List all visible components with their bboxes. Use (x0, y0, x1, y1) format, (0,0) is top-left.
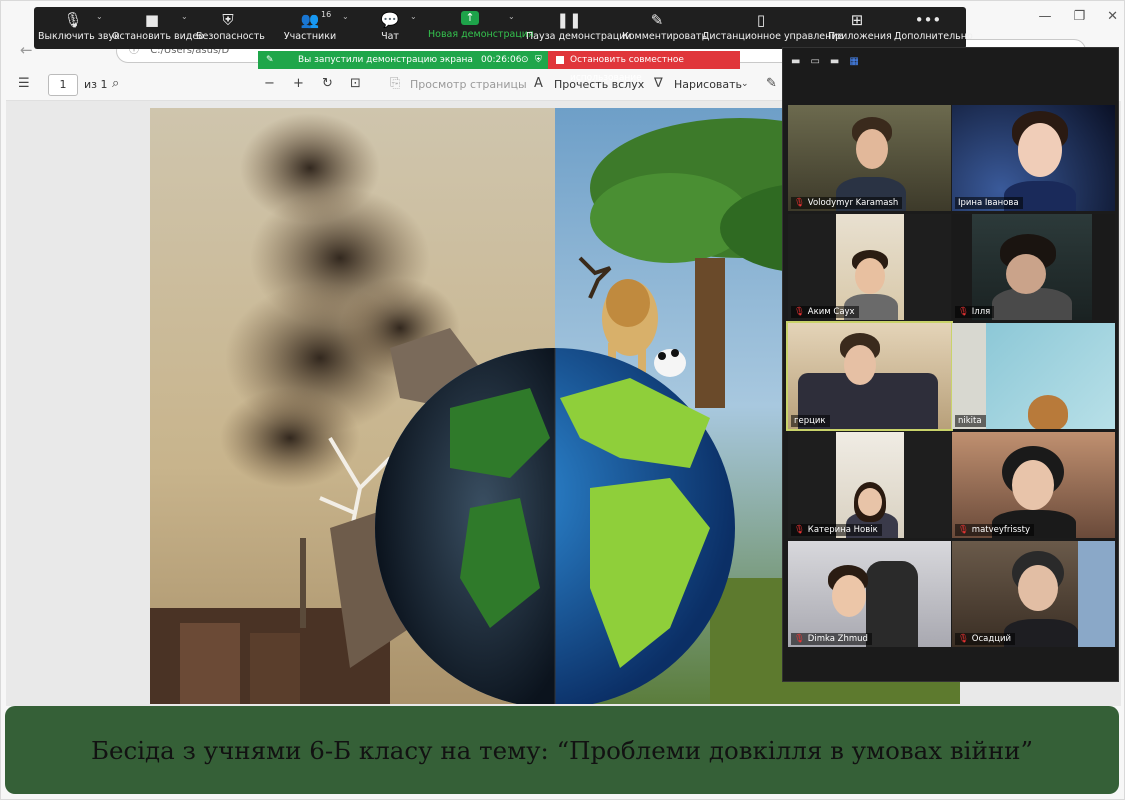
sharing-status: ✎ Вы запустили демонстрацию экрана 00:26… (258, 51, 548, 69)
shield-icon: ⛨ (222, 11, 234, 29)
more-button[interactable]: ••• Дополнительно (894, 11, 973, 42)
fit-page-icon[interactable]: ⊡ (350, 76, 361, 91)
participant-name: Volodymyr Karamash (807, 198, 899, 208)
search-icon[interactable]: ⌕ (112, 76, 119, 91)
video-tile[interactable]: nikita (952, 323, 1115, 429)
muted-mic-icon: 🎙 (794, 525, 805, 535)
chevron-up-icon[interactable]: ⌄ (410, 12, 417, 21)
pause-icon: ❚❚ (556, 11, 582, 29)
participant-name: Ілля (971, 307, 991, 317)
video-tile[interactable]: 🎙 Аким Саух (788, 214, 951, 320)
chevron-down-icon[interactable]: ⌄ (741, 79, 749, 89)
apps-icon: ⊞ (850, 11, 864, 29)
sharing-status-text: Вы запустили демонстрацию экрана (298, 55, 473, 65)
read-aloud-icon[interactable]: A (534, 76, 543, 91)
page-view-icon: ⎘ (390, 76, 401, 91)
participant-name: герцик (794, 416, 826, 426)
muted-mic-icon: 🎙 (794, 198, 805, 208)
page-count: из 1 (84, 78, 108, 91)
chevron-up-icon[interactable]: ⌄ (342, 12, 349, 21)
participant-name: Ірина Іванова (958, 198, 1019, 208)
chevron-up-icon[interactable]: ⌄ (96, 12, 103, 21)
contents-icon[interactable]: ☰ (18, 76, 30, 91)
participant-name: Осадций (971, 634, 1012, 644)
muted-mic-icon: 🎙 (794, 634, 805, 644)
video-tile-active-speaker[interactable]: герцик (786, 321, 953, 431)
highlight-icon[interactable]: ✎ (766, 76, 777, 91)
pdf-toolbar: ☰ 1 из 1 ⌕ − + ↻ ⊡ ⎘ Просмотр страницы A… (6, 69, 786, 101)
grid-view-icon[interactable]: ▦ (849, 56, 858, 67)
stop-sharing-button[interactable]: Остановить совместное использование (548, 51, 740, 83)
sharing-timer: 00:26:06 (481, 55, 522, 65)
remote-control-button[interactable]: ▯ Дистанционное управление (702, 11, 843, 42)
muted-mic-icon: 🎙 (958, 525, 969, 535)
stop-video-button[interactable]: ■ Остановить видео (112, 11, 204, 42)
pen-icon: ✎ (650, 11, 664, 29)
pen-icon: ✎ (266, 55, 274, 65)
window-controls: — ❐ ✕ (1038, 9, 1118, 24)
video-camera-icon: ■ (144, 11, 160, 29)
draw-button[interactable]: Нарисовать (674, 78, 742, 91)
mouse-icon: ▯ (756, 11, 766, 29)
close-icon[interactable]: ✕ (1107, 9, 1118, 24)
meeting-toolbar: 🎙 Выключить звук ⌄ ■ Остановить видео ⌄ … (34, 7, 973, 49)
participant-name: matveyfrissty (971, 525, 1030, 535)
security-button[interactable]: ⛨ Безопасность (196, 11, 265, 42)
stop-icon (556, 56, 564, 64)
video-gallery: ▬ ▭ ▬ ▦ 🎙 Volodymyr Karamash Ірина Іванов… (782, 47, 1119, 682)
rotate-icon[interactable]: ↻ (322, 76, 333, 91)
chevron-up-icon[interactable]: ⌄ (181, 12, 188, 21)
more-dots-icon: ••• (914, 11, 942, 29)
settings-icon[interactable]: ⊙ (521, 55, 529, 65)
maximize-icon[interactable]: ❐ (1073, 9, 1085, 24)
zoom-in-icon[interactable]: + (293, 76, 304, 91)
caption-text: Бесіда з учнями 6-Б класу на тему: “Проб… (90, 735, 1034, 765)
video-tile[interactable]: Ірина Іванова (952, 105, 1115, 211)
screen-share-banner: ✎ Вы запустили демонстрацию экрана 00:26… (258, 51, 740, 83)
minimize-icon[interactable]: — (1038, 9, 1051, 24)
video-tile[interactable]: 🎙 Катерина Новік (788, 432, 951, 538)
chevron-up-icon[interactable]: ⌄ (508, 12, 515, 21)
new-share-button[interactable]: ↑ Новая демонстрация (428, 11, 534, 40)
chat-bubble-icon: 💬 (380, 11, 400, 29)
chat-button[interactable]: 💬 Чат (372, 11, 408, 42)
back-arrow-icon[interactable]: ← (20, 41, 33, 59)
muted-mic-icon: 🎙 (958, 634, 969, 644)
draw-icon[interactable]: ∇ (654, 76, 663, 91)
speaker-view-icon[interactable]: ▭ (810, 56, 819, 67)
video-tile[interactable]: 🎙 Dimka Zhmud (788, 541, 951, 647)
gallery-view-controls: ▬ ▭ ▬ ▦ (791, 56, 859, 67)
muted-mic-icon: 🎙 (958, 307, 969, 317)
minimize-icon[interactable]: ▬ (791, 56, 800, 67)
annotate-button[interactable]: ✎ Комментировать (622, 11, 707, 42)
video-tile[interactable]: 🎙 Volodymyr Karamash (788, 105, 951, 211)
pause-share-button[interactable]: ❚❚ Пауза демонстрации (526, 11, 632, 42)
video-tile[interactable]: 🎙 Осадций (952, 541, 1115, 647)
page-view-button[interactable]: Просмотр страницы (410, 78, 527, 91)
participant-name: Аким Саух (807, 307, 855, 317)
zoom-out-icon[interactable]: − (264, 76, 275, 91)
participant-name: Катерина Новік (807, 525, 878, 535)
video-tile[interactable]: 🎙 Ілля (952, 214, 1115, 320)
participants-count: 16 (321, 10, 332, 19)
shield-icon[interactable]: ⛨ (535, 55, 542, 65)
muted-mic-icon: 🎙 (794, 307, 805, 317)
filmstrip-icon[interactable]: ▬ (830, 56, 839, 67)
caption-banner: Бесіда з учнями 6-Б класу на тему: “Проб… (5, 706, 1119, 794)
page-number-input[interactable]: 1 (48, 74, 78, 96)
participant-name: nikita (958, 416, 982, 426)
video-tile[interactable]: 🎙 matveyfrissty (952, 432, 1115, 538)
participant-name: Dimka Zhmud (807, 634, 868, 644)
share-up-arrow-icon: ↑ (461, 11, 479, 25)
apps-button[interactable]: ⊞ Приложения (828, 11, 892, 42)
